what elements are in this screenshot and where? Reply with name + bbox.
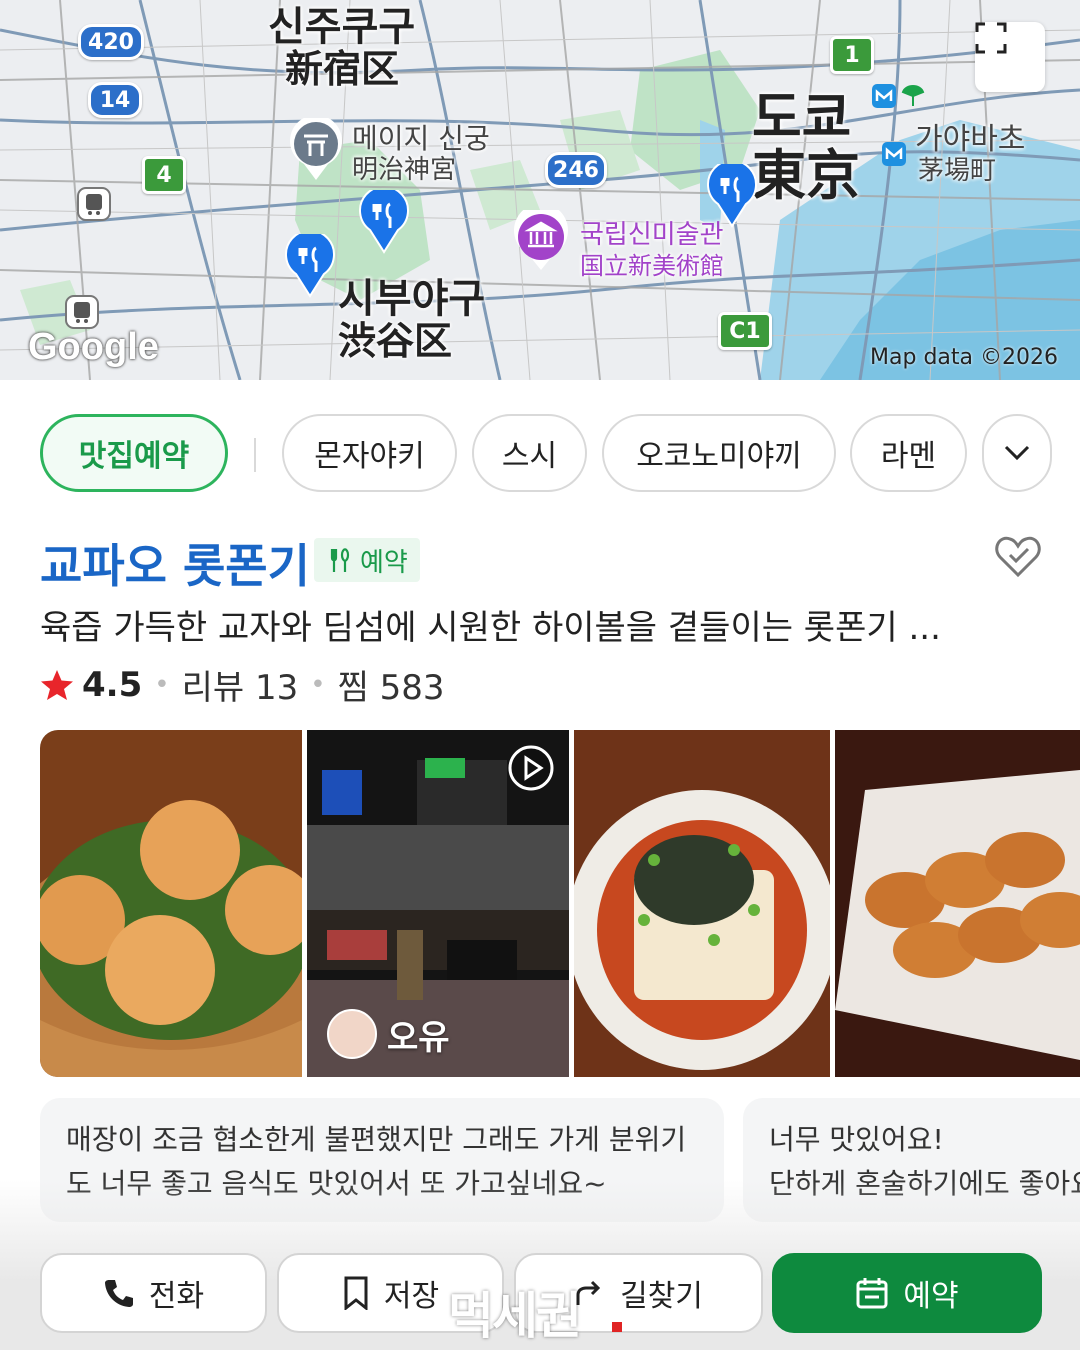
expand-map-button[interactable]	[975, 22, 1045, 92]
photo-author[interactable]: 오유	[327, 1009, 450, 1059]
chip-ramen[interactable]: 라멘	[850, 414, 967, 492]
reserve-button-label: 예약	[903, 1279, 959, 1314]
ginkgo-icon	[901, 85, 925, 106]
calendar-icon	[856, 1278, 888, 1309]
avatar	[327, 1009, 377, 1059]
save-button-label: 저장	[383, 1279, 440, 1314]
expand-icon	[975, 22, 1007, 54]
chip-restaurant-reservation[interactable]: 맛집예약	[40, 414, 228, 492]
gyoza-photo-image	[835, 730, 1080, 1077]
place-name[interactable]: 교파오 롯폰기	[40, 530, 310, 596]
photo-dimsum[interactable]	[40, 730, 302, 1077]
play-icon[interactable]	[507, 744, 555, 792]
meta-separator: •	[310, 669, 326, 700]
map-label-tokyo-ja: 東京	[752, 144, 860, 207]
call-button[interactable]: 전화	[40, 1253, 267, 1333]
route-shield-4: 4	[142, 156, 186, 194]
chip-monjayaki[interactable]: 몬자야키	[282, 414, 457, 492]
watermark-dot	[612, 1322, 622, 1332]
reserve-button[interactable]: 예약	[772, 1253, 1042, 1333]
map-label-meiji-ko: 메이지 신궁	[352, 122, 490, 155]
restaurant-pin-icon[interactable]	[358, 190, 410, 254]
chevron-down-icon	[1004, 445, 1030, 461]
rating-value: 4.5	[82, 664, 143, 705]
metro-icon	[882, 142, 906, 166]
place-description: 육즙 가득한 교자와 딤섬에 시원한 하이볼을 곁들이는 롯폰기 ...	[40, 608, 941, 648]
phone-icon	[104, 1280, 133, 1307]
heart-save-icon[interactable]	[994, 535, 1042, 579]
review-count[interactable]: 리뷰 13	[182, 660, 299, 709]
route-shield-c1: C1	[718, 312, 772, 350]
bookmark-icon	[344, 1276, 368, 1310]
map-label-kayabacho-ja: 茅場町	[918, 156, 997, 186]
chip-okonomiyaki[interactable]: 오코노미야끼	[602, 414, 836, 492]
call-button-label: 전화	[148, 1279, 205, 1314]
map-label-nact-ko: 국립신미술관	[580, 220, 724, 250]
utensils-icon	[330, 548, 350, 572]
photo-gyoza[interactable]	[835, 730, 1080, 1077]
route-shield-14: 14	[88, 82, 142, 118]
google-logo: Google	[28, 326, 159, 368]
photo-street-video[interactable]: 오유	[307, 730, 569, 1077]
tofu-photo-image	[574, 730, 830, 1077]
chips-more-button[interactable]	[982, 414, 1052, 492]
map-label-tokyo-ko: 도쿄	[752, 86, 852, 149]
map-label-shibuya-ko: 시부야구	[338, 276, 486, 322]
train-station-icon[interactable]	[64, 294, 100, 330]
save-count: 찜 583	[337, 668, 445, 708]
directions-button-label: 길찾기	[620, 1279, 703, 1314]
map-label-kayabacho-ko: 가야바초	[915, 122, 1026, 157]
map-label-shibuya-ja: 渋谷区	[338, 319, 453, 363]
map-view[interactable]: 신주쿠구 新宿区 메이지 신궁 明治神宮 도쿄 東京 가야바초 茅場町 국립신미…	[0, 0, 1080, 380]
metro-icon	[872, 84, 896, 108]
reservation-badge-label: 예약	[360, 547, 408, 578]
restaurant-pin-icon[interactable]	[706, 164, 758, 228]
route-shield-246: 246	[545, 152, 607, 188]
restaurant-pin-icon[interactable]	[284, 234, 336, 298]
train-station-icon[interactable]	[76, 186, 112, 222]
review-text-line: 너무 맛있어요!	[769, 1123, 944, 1156]
map-label-nact-ja: 国立新美術館	[580, 252, 724, 280]
place-meta: 4.5 • 리뷰 13 • 찜 583	[40, 660, 445, 709]
meta-separator: •	[154, 669, 170, 700]
star-icon	[41, 669, 73, 700]
photo-tofu-dish[interactable]	[574, 730, 830, 1077]
chip-divider	[254, 438, 256, 472]
category-chips: 맛집예약 몬자야키 스시 오코노미야끼 라멘	[0, 410, 1080, 500]
map-label-shinjuku-ja: 新宿区	[285, 47, 400, 91]
chip-sushi[interactable]: 스시	[472, 414, 587, 492]
shrine-icon[interactable]	[288, 118, 344, 182]
dimsum-photo-image	[40, 730, 302, 1077]
museum-icon[interactable]	[512, 210, 570, 272]
route-shield-420: 420	[78, 24, 144, 60]
map-label-meiji-ja: 明治神宮	[352, 155, 457, 185]
map-label-shinjuku-ko: 신주쿠구	[268, 4, 416, 50]
route-shield-1: 1	[830, 36, 874, 74]
map-attribution: Map data ©2026	[870, 345, 1058, 370]
watermark-logo: 먹세권	[448, 1287, 582, 1345]
reservation-badge: 예약	[314, 538, 420, 582]
photo-author-name: 오유	[387, 1017, 450, 1058]
review-text-line: 매장이 조금 협소한게 불편했지만 그래도 가게 분위기	[66, 1123, 687, 1156]
